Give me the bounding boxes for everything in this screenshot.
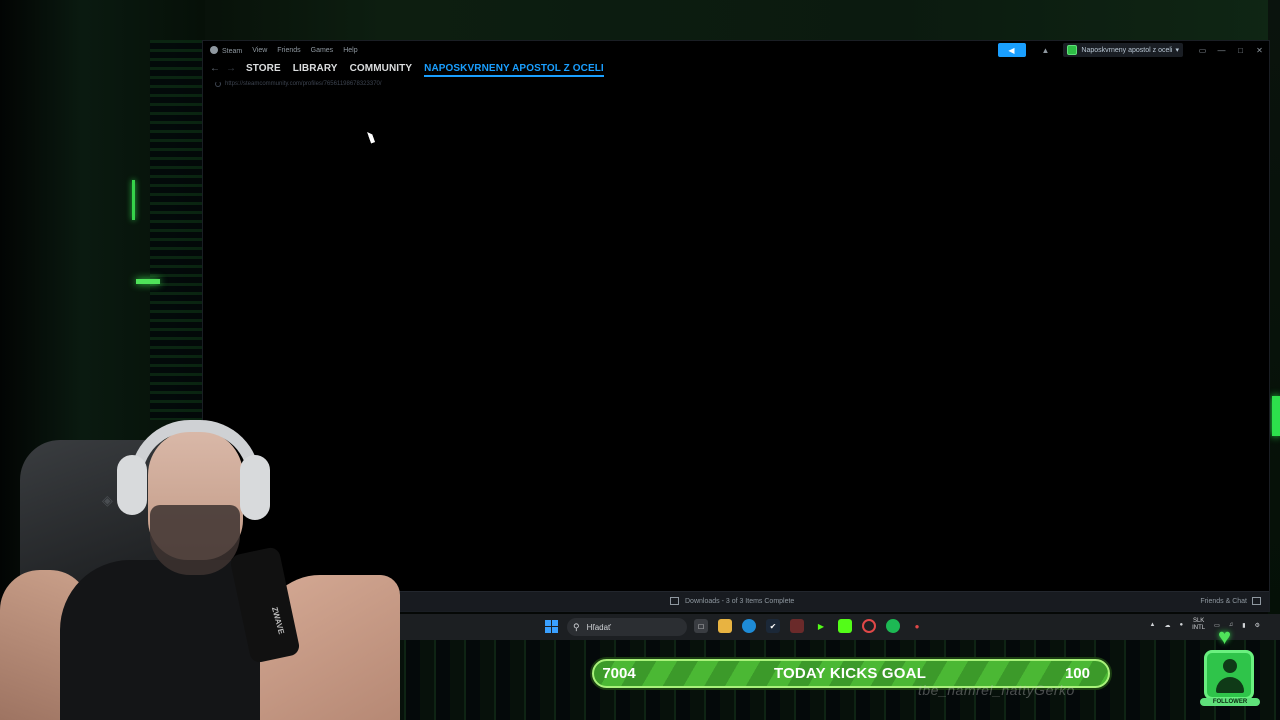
username-label: Naposkvrneny apostol z oceli	[1081, 46, 1173, 54]
steam-taskbar-icon[interactable]: ✔	[766, 619, 780, 633]
start-button-icon[interactable]	[545, 620, 558, 633]
chat-icon	[1252, 597, 1261, 605]
play-icon[interactable]: ▶	[814, 619, 828, 633]
nav-bar: ← → STORE LIBRARY COMMUNITY NAPOSKVRNENY…	[203, 59, 1269, 77]
menu-item-help[interactable]: Help	[343, 47, 357, 54]
announcements-button[interactable]: ◀	[997, 43, 1026, 57]
forward-arrow-icon[interactable]: →	[226, 63, 236, 74]
headphone-earcup	[240, 455, 270, 520]
account-menu-button[interactable]: Naposkvrneny apostol z oceli ▾	[1063, 43, 1183, 57]
taskbar-apps: □ ✔ ▶ ●	[694, 619, 934, 633]
maximize-icon[interactable]: □	[1231, 46, 1250, 55]
chevron-up-icon[interactable]: ▲	[1150, 622, 1156, 628]
follower-label: FOLLOWER	[1200, 698, 1260, 706]
notification-bell-icon[interactable]: ▲	[1042, 46, 1050, 55]
goal-title: TODAY KICKS GOAL	[773, 665, 927, 682]
windows-taskbar: ⚲ Hľadať □ ✔ ▶ ● ▲ ☁ ● SLK INTL ▭ ♫ ▮ ⚙	[380, 614, 1280, 640]
microphone-icon[interactable]: ●	[1179, 622, 1183, 628]
url-text: https://steamcommunity.com/profiles/7656…	[225, 81, 382, 87]
task-view-icon[interactable]: □	[694, 619, 708, 633]
avatar	[1067, 45, 1078, 55]
friends-chat-button[interactable]: Friends & Chat	[1200, 597, 1261, 605]
kick-app-icon[interactable]	[838, 619, 852, 633]
file-explorer-icon[interactable]	[718, 619, 732, 633]
follower-badge: ♥ FOLLOWER	[1192, 620, 1268, 716]
neon-light	[136, 279, 160, 284]
megaphone-icon: ◀	[1008, 45, 1015, 55]
url-bar[interactable]: https://steamcommunity.com/profiles/7656…	[203, 78, 1269, 90]
goal-current: 7004	[602, 665, 636, 682]
menu-item-games[interactable]: Games	[311, 47, 334, 54]
downloads-icon	[670, 597, 679, 605]
taskbar-search[interactable]: ⚲ Hľadať	[567, 618, 687, 636]
pin-icon[interactable]: ●	[910, 619, 924, 633]
back-arrow-icon[interactable]: ←	[210, 63, 220, 74]
streamer-beard	[150, 505, 240, 575]
title-bar: Steam View Friends Games Help ◀ ▲ Naposk…	[203, 41, 1269, 59]
record-icon[interactable]	[862, 619, 876, 633]
search-placeholder: Hľadať	[586, 622, 612, 632]
big-picture-icon[interactable]: ▭	[1193, 46, 1212, 55]
menu-bar: Steam View Friends Games Help	[203, 45, 368, 55]
tab-community[interactable]: COMMUNITY	[350, 63, 413, 74]
cloud-icon[interactable]: ☁	[1164, 622, 1170, 629]
close-icon[interactable]: ✕	[1250, 46, 1269, 55]
edge-browser-icon[interactable]	[742, 619, 756, 633]
neon-light	[132, 180, 135, 220]
chevron-down-icon: ▾	[1175, 47, 1179, 54]
person-icon	[1204, 650, 1254, 700]
goal-target: 100	[1064, 665, 1090, 682]
steam-logo-icon	[210, 46, 218, 54]
chair-logo-icon: ◈	[102, 492, 113, 508]
headphone-earcup	[117, 455, 147, 515]
menu-item-steam[interactable]: Steam	[210, 45, 242, 55]
menu-item-friends[interactable]: Friends	[277, 47, 300, 54]
search-icon: ⚲	[573, 621, 580, 632]
loading-spinner-icon	[215, 81, 221, 87]
webcam-feed: ◈ ZWAVE	[0, 420, 400, 720]
app-icon[interactable]	[790, 619, 804, 633]
tab-profile[interactable]: NAPOSKVRNENY APOSTOL Z OCELI	[424, 63, 604, 77]
downloads-status: Downloads - 3 of 3 Items Complete	[685, 597, 795, 605]
background-city	[150, 40, 205, 420]
friends-chat-label: Friends & Chat	[1200, 597, 1247, 605]
spotify-icon[interactable]	[886, 619, 900, 633]
tab-store[interactable]: STORE	[246, 63, 281, 74]
neon-light	[1272, 396, 1280, 436]
chat-overlay-text: tbe_namrel_nattyGerko	[918, 682, 1075, 698]
menu-item-view[interactable]: View	[252, 47, 267, 54]
downloads-button[interactable]: Downloads - 3 of 3 Items Complete	[670, 597, 794, 605]
tab-library[interactable]: LIBRARY	[293, 63, 338, 74]
minimize-icon[interactable]: —	[1212, 46, 1231, 55]
heart-icon: ♥	[1218, 624, 1232, 649]
